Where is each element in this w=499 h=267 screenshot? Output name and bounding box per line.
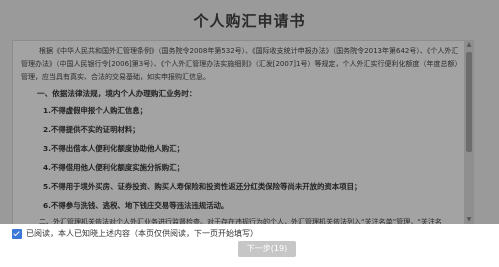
- rule-item: 1.不得虚假申报个人购汇信息；: [43, 106, 148, 115]
- scroll-up-icon[interactable]: ▲: [464, 40, 474, 50]
- rule-item: 3.不得出借本人便利化额度协助他人购汇；: [43, 144, 184, 153]
- intro-paragraph: 根据《中华人民共和国外汇管理条例》（国务院令2008年第532号）、《国际收支统…: [21, 47, 459, 81]
- dialog-footer: 已阅读，本人已知晓上述内容（本页仅供阅读，下一页开始填写） 下一步(19): [0, 224, 499, 267]
- agree-checkbox[interactable]: [12, 228, 22, 239]
- rule-item: 5.不得用于境外买房、证券投资、购买人寿保险和投资性返还分红类保险等尚未开放的资…: [43, 182, 362, 191]
- rule-item: 2.不得提供不实的证明材料；: [43, 125, 140, 134]
- scrollbar-thumb[interactable]: [466, 52, 472, 152]
- rule-item: 4.不得借用他人便利化额度实施分拆购汇；: [43, 163, 184, 172]
- page-title: 个人购汇申请书: [193, 12, 306, 30]
- terms-content: 根据《中华人民共和国外汇管理条例》（国务院令2008年第532号）、《国际收支统…: [12, 40, 466, 226]
- section1-heading: 一、依据法律法规，境内个人办理购汇业务时：: [37, 89, 197, 98]
- agree-checkbox-row[interactable]: 已阅读，本人已知晓上述内容（本页仅供阅读，下一页开始填写）: [12, 228, 258, 239]
- next-step-button[interactable]: 下一步(19): [238, 241, 296, 257]
- purchase-application-dialog: 个人购汇申请书 根据《中华人民共和国外汇管理条例》（国务院令2008年第532号…: [0, 0, 499, 267]
- content-scrollbar[interactable]: ▲ ▼: [464, 40, 474, 225]
- rule-item: 6.不得参与洗钱、逃税、地下钱庄交易等违法违规活动。: [43, 201, 229, 210]
- agree-label: 已阅读，本人已知晓上述内容（本页仅供阅读，下一页开始填写）: [26, 229, 258, 238]
